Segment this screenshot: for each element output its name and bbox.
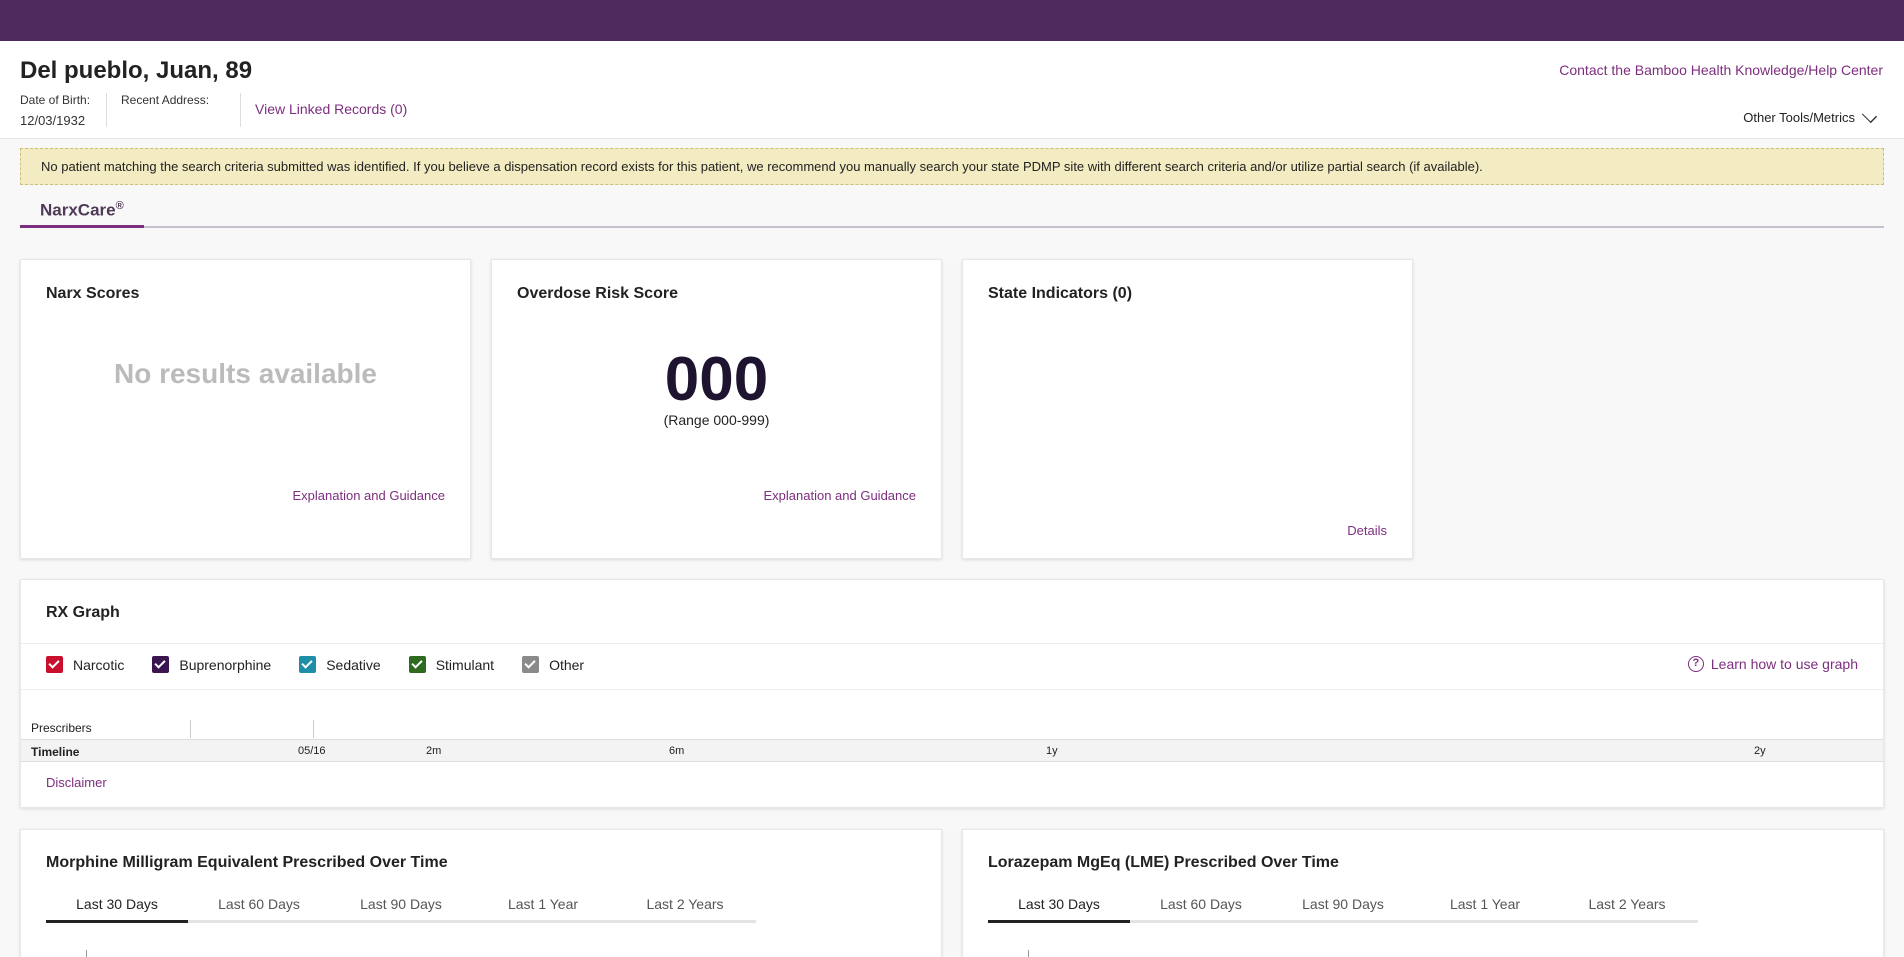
header-divider [240,93,241,127]
narx-scores-card: Narx Scores No results available Explana… [20,259,471,559]
legend-sedative[interactable]: Sedative [299,656,381,673]
timeline-row: Timeline 05/16 2m 6m 1y 2y [21,739,1883,762]
chart-axis [1028,950,1029,957]
tab-narxcare[interactable]: NarxCare® [20,196,144,228]
lme-title: Lorazepam MgEq (LME) Prescribed Over Tim… [988,854,1339,871]
mme-panel: Morphine Milligram Equivalent Prescribed… [20,829,942,957]
disclaimer-link[interactable]: Disclaimer [46,775,107,790]
legend-other[interactable]: Other [522,656,584,673]
tab-last-1-year[interactable]: Last 1 Year [1414,892,1556,920]
other-tools-dropdown[interactable]: Other Tools/Metrics [1743,107,1878,125]
patient-header: Del pueblo, Juan, 89 Date of Birth: 12/0… [0,41,1904,139]
lme-range-tabs: Last 30 Days Last 60 Days Last 90 Days L… [988,892,1698,923]
legend-label: Other [549,656,585,673]
legend-narcotic[interactable]: Narcotic [46,656,124,673]
address-block: Recent Address: [121,93,209,113]
dob-block: Date of Birth: 12/03/1932 [20,93,90,128]
tab-last-2-years[interactable]: Last 2 Years [1556,892,1698,920]
help-center-link[interactable]: Contact the Bamboo Health Knowledge/Help… [1559,62,1883,78]
top-brand-bar [0,0,1904,41]
checkbox-checked-icon [299,656,317,673]
timeline-tick: 2y [1754,745,1766,757]
checkbox-checked-icon [152,656,170,673]
learn-graph-label: Learn how to use graph [1710,656,1858,672]
state-indicators-title: State Indicators (0) [988,285,1133,302]
header-divider [106,93,107,127]
state-indicators-card: State Indicators (0) Details [962,259,1413,559]
main-tabs: NarxCare® [20,196,1884,228]
registered-mark: ® [115,200,124,212]
prescribers-divider [190,720,191,738]
tab-last-1-year[interactable]: Last 1 Year [472,892,614,920]
overdose-risk-score: 000 [664,345,769,414]
dob-label: Date of Birth: [20,93,91,107]
divider [21,689,1883,690]
narx-scores-title: Narx Scores [46,285,140,302]
chart-axis [86,950,87,957]
question-circle-icon: ? [1687,656,1704,672]
overdose-risk-title: Overdose Risk Score [517,285,678,302]
checkbox-checked-icon [408,656,426,673]
checkbox-checked-icon [46,656,63,673]
mme-title: Morphine Milligram Equivalent Prescribed… [46,854,448,871]
rx-graph-panel: RX Graph Narcotic Buprenorphine Sedative… [20,579,1884,808]
patient-name: Del pueblo, Juan, 89 [20,57,253,84]
view-linked-records-link[interactable]: View Linked Records (0) [255,101,407,117]
address-label: Recent Address: [121,93,210,107]
tab-last-90-days[interactable]: Last 90 Days [330,892,472,920]
mme-range-tabs: Last 30 Days Last 60 Days Last 90 Days L… [46,892,756,923]
chevron-down-icon [1861,107,1878,123]
narx-explanation-link[interactable]: Explanation and Guidance [292,488,445,503]
timeline-tick: 6m [669,745,685,757]
tab-narxcare-label: NarxCare [40,200,116,220]
no-results-text: No results available [113,358,377,389]
state-indicators-details-link[interactable]: Details [1347,523,1387,538]
prescribers-divider [313,720,314,738]
timeline-tick: 2m [426,745,442,757]
checkbox-checked-icon [522,656,540,673]
dob-value: 12/03/1932 [20,113,86,128]
tab-last-30-days[interactable]: Last 30 Days [988,892,1130,923]
prescribers-label: Prescribers [31,721,92,735]
lme-panel: Lorazepam MgEq (LME) Prescribed Over Tim… [962,829,1884,957]
legend-label: Sedative [326,656,381,673]
learn-graph-link[interactable]: ? Learn how to use graph [1687,656,1858,672]
tab-last-60-days[interactable]: Last 60 Days [1130,892,1272,920]
legend-label: Stimulant [435,656,495,673]
legend-buprenorphine[interactable]: Buprenorphine [152,656,271,673]
tab-last-90-days[interactable]: Last 90 Days [1272,892,1414,920]
legend-label: Narcotic [73,656,125,673]
overdose-risk-range: (Range 000-999) [663,412,770,428]
legend-label: Buprenorphine [179,656,272,673]
tab-last-2-years[interactable]: Last 2 Years [614,892,756,920]
no-match-alert: No patient matching the search criteria … [20,148,1884,185]
timeline-label: Timeline [31,745,80,759]
tab-last-60-days[interactable]: Last 60 Days [188,892,330,920]
legend-stimulant[interactable]: Stimulant [408,656,495,673]
rx-graph-title: RX Graph [46,604,120,621]
overdose-explanation-link[interactable]: Explanation and Guidance [763,488,916,503]
timeline-tick: 1y [1046,745,1058,757]
timeline-tick: 05/16 [298,745,326,757]
rx-legend: Narcotic Buprenorphine Sedative Stimulan… [46,656,612,673]
other-tools-label: Other Tools/Metrics [1743,110,1855,125]
divider [21,643,1883,644]
overdose-risk-card: Overdose Risk Score 000 (Range 000-999) … [491,259,942,559]
tab-last-30-days[interactable]: Last 30 Days [46,892,188,923]
